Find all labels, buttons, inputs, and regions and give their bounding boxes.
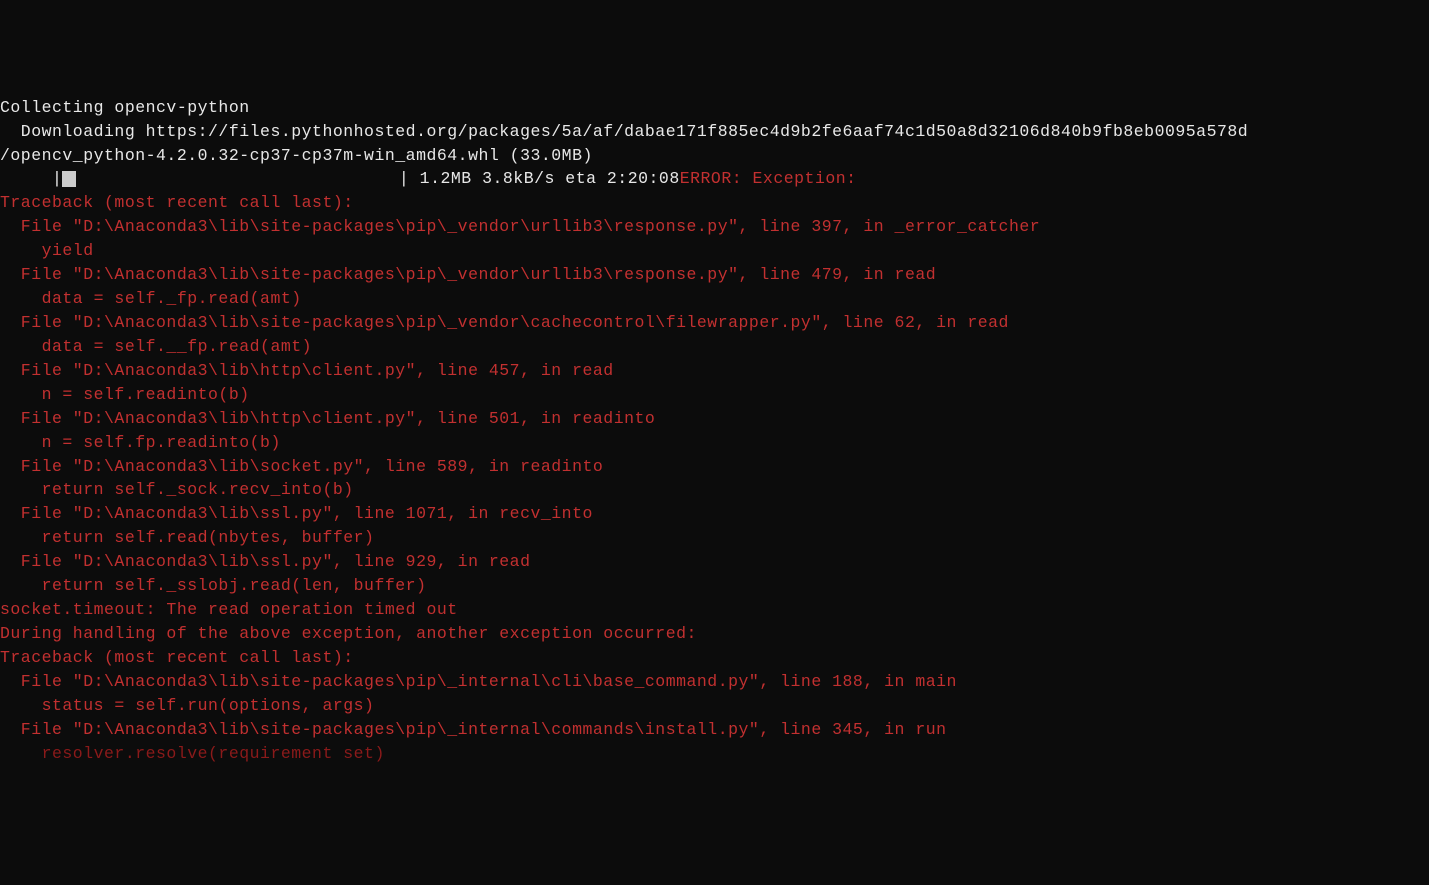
tb-code-9: status = self.run(options, args): [0, 694, 1429, 718]
progress-line: | | 1.2MB 3.8kB/s eta 2:20:08ERROR: Exce…: [0, 167, 1429, 191]
progress-bar-filled: [62, 171, 76, 187]
tb-file-6: File "D:\Anaconda3\lib\socket.py", line …: [0, 455, 1429, 479]
tb-code-6: return self._sock.recv_into(b): [0, 478, 1429, 502]
wheel-line: /opencv_python-4.2.0.32-cp37-cp37m-win_a…: [0, 144, 1429, 168]
tb-code-1: yield: [0, 239, 1429, 263]
tb-file-3: File "D:\Anaconda3\lib\site-packages\pip…: [0, 311, 1429, 335]
tb-file-7: File "D:\Anaconda3\lib\ssl.py", line 107…: [0, 502, 1429, 526]
tb-code-10: resolver.resolve(requirement set): [0, 742, 1429, 766]
tb-code-5: n = self.fp.readinto(b): [0, 431, 1429, 455]
tb-file-8: File "D:\Anaconda3\lib\ssl.py", line 929…: [0, 550, 1429, 574]
tb-code-2: data = self._fp.read(amt): [0, 287, 1429, 311]
error-label: ERROR: Exception:: [680, 169, 857, 188]
tb-file-1: File "D:\Anaconda3\lib\site-packages\pip…: [0, 215, 1429, 239]
collecting-line: Collecting opencv-python: [0, 96, 1429, 120]
during-handling: During handling of the above exception, …: [0, 622, 1429, 646]
socket-timeout: socket.timeout: The read operation timed…: [0, 598, 1429, 622]
tb-file-10: File "D:\Anaconda3\lib\site-packages\pip…: [0, 718, 1429, 742]
downloading-line: Downloading https://files.pythonhosted.o…: [0, 120, 1429, 144]
tb-code-3: data = self.__fp.read(amt): [0, 335, 1429, 359]
terminal-output: Collecting opencv-python Downloading htt…: [0, 96, 1429, 766]
traceback-header-1: Traceback (most recent call last):: [0, 191, 1429, 215]
progress-prefix: |: [0, 169, 62, 188]
tb-code-4: n = self.readinto(b): [0, 383, 1429, 407]
tb-code-8: return self._sslobj.read(len, buffer): [0, 574, 1429, 598]
tb-file-2: File "D:\Anaconda3\lib\site-packages\pip…: [0, 263, 1429, 287]
tb-file-5: File "D:\Anaconda3\lib\http\client.py", …: [0, 407, 1429, 431]
traceback-header-2: Traceback (most recent call last):: [0, 646, 1429, 670]
tb-code-7: return self.read(nbytes, buffer): [0, 526, 1429, 550]
progress-stats: | 1.2MB 3.8kB/s eta 2:20:08: [76, 169, 679, 188]
tb-file-9: File "D:\Anaconda3\lib\site-packages\pip…: [0, 670, 1429, 694]
tb-file-4: File "D:\Anaconda3\lib\http\client.py", …: [0, 359, 1429, 383]
